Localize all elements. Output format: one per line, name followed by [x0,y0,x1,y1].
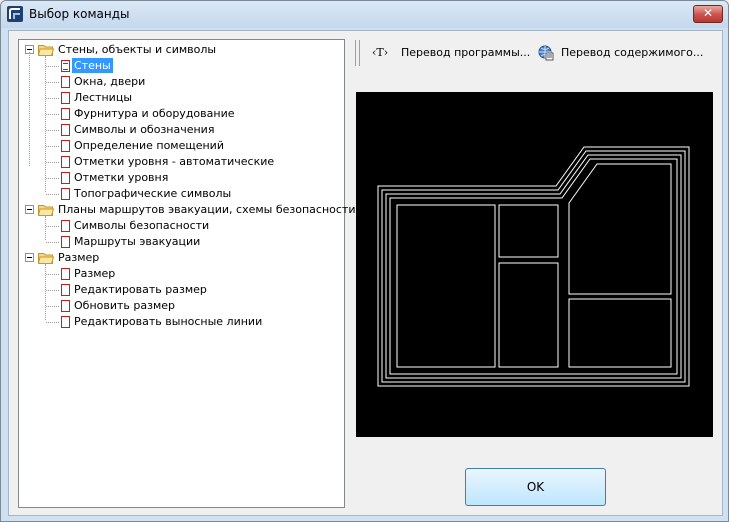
folder-open-icon [38,205,54,216]
command-icon [61,92,70,104]
tree-item-label: Редактировать размер [74,283,207,296]
command-icon [61,108,70,120]
tree-item-label: Отметки уровня - автоматические [74,155,275,168]
title-bar[interactable]: Выбор команды ✕ [1,1,728,28]
collapse-icon[interactable] [25,205,34,214]
tree-connector-line [45,56,46,192]
command-icon [61,236,70,248]
command-icon [61,300,70,312]
tree-connector-line [29,52,30,166]
tree-connector-line [46,290,59,291]
command-icon [61,268,70,280]
floor-plan-preview-image [377,146,690,387]
app-icon [7,6,23,22]
close-icon: ✕ [702,6,714,20]
tree-connector-line [45,216,46,240]
toolbar-grip[interactable] [355,40,360,66]
tree-connector-line [46,114,59,115]
command-icon [61,316,70,328]
close-button[interactable]: ✕ [693,5,723,23]
command-icon [61,60,70,72]
translate-content-button[interactable]: Перевод содержимого... [535,43,705,63]
command-icon [61,188,70,200]
tree-connector-line [46,242,59,243]
tree-item-label: Маршруты эвакуации [74,235,201,248]
tree-item-label: Отметки уровня [74,171,169,184]
tree-item-label: Редактировать выносные линии [74,315,263,328]
tree-group-label: Стены, объекты и символы [58,43,217,56]
translate-program-button[interactable]: ‹T› Перевод программы... [369,43,530,63]
command-tree[interactable]: Стены, объекты и символы Стены Окна, двери… [18,39,356,508]
command-icon [61,156,70,168]
command-icon [61,76,70,88]
window-title: Выбор команды [29,7,130,21]
tree-item-label: Лестницы [74,91,133,104]
text-T-icon: ‹T› [372,46,389,59]
folder-open-icon [38,253,54,264]
ok-button-label: OK [526,480,545,494]
tree-connector-line [46,194,59,195]
tree-item-label: Символы и обозначения [74,123,215,136]
tree-connector-line [45,264,46,320]
command-icon [61,124,70,136]
tree-group-label: Планы маршрутов эвакуации, схемы безопас… [58,203,356,216]
tree-item-label: Обновить размер [74,299,176,312]
tree-item-label-selected: Стены [72,58,113,73]
tree-group-label: Размер [58,251,100,264]
tree-connector-line [46,66,59,67]
tree-connector-line [46,226,59,227]
tree-connector-line [46,178,59,179]
tree-item-label: Топографические символы [74,187,232,200]
tree-connector-line [46,322,59,323]
tree-connector-line [46,146,59,147]
tree-connector-line [46,82,59,83]
dialog-window: Выбор команды ✕ Стены, объекты и символы… [0,0,729,522]
translate-program-label: Перевод программы... [401,46,531,59]
folder-open-icon [38,45,54,56]
tree-item-label: Определение помещений [74,139,224,152]
tree-item-label: Символы безопасности [74,219,210,232]
command-preview [356,92,713,437]
tree-connector-line [46,98,59,99]
tree-connector-line [46,306,59,307]
globe-translate-icon [538,45,554,61]
ok-button[interactable]: OK [465,468,606,506]
command-icon [61,284,70,296]
tree-item-label: Окна, двери [74,75,146,88]
tree-item-label: Размер [74,267,116,280]
command-icon [61,140,70,152]
dialog-body: Стены, объекты и символы Стены Окна, двери… [8,30,723,516]
tree-connector-line [46,274,59,275]
tree-item-label: Фурнитура и оборудование [74,107,235,120]
tree-connector-line [46,162,59,163]
collapse-icon[interactable] [25,253,34,262]
command-icon [61,220,70,232]
translate-content-label: Перевод содержимого... [561,46,704,59]
command-icon [61,172,70,184]
tree-connector-line [46,130,59,131]
